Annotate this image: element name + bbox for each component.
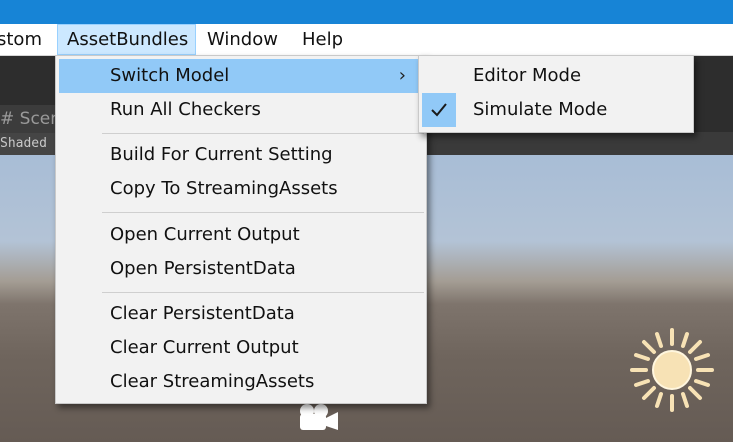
sun-icon[interactable] xyxy=(628,326,716,414)
menu-custom[interactable]: stom xyxy=(0,24,51,55)
menu-item-copy-streamingassets[interactable]: Copy To StreamingAssets xyxy=(59,172,423,206)
camera-icon[interactable] xyxy=(296,402,340,432)
menu-item-clear-current-output[interactable]: Clear Current Output xyxy=(59,331,423,365)
submenu-item-simulate-mode[interactable]: Simulate Mode xyxy=(422,93,690,127)
check-icon xyxy=(422,93,456,127)
assetbundles-dropdown-menu: Switch Model › Run All Checkers Build Fo… xyxy=(55,55,427,404)
menu-help[interactable]: Help xyxy=(293,24,352,55)
menu-separator xyxy=(102,133,424,134)
menu-item-switch-model[interactable]: Switch Model › xyxy=(59,59,423,93)
menu-item-clear-persistentdata[interactable]: Clear PersistentData xyxy=(59,297,423,331)
menu-separator xyxy=(102,292,424,293)
menu-assetbundles[interactable]: AssetBundles xyxy=(57,24,196,55)
menu-item-open-persistentdata[interactable]: Open PersistentData xyxy=(59,252,423,286)
switch-model-submenu: Editor Mode Simulate Mode xyxy=(418,55,694,133)
menu-window[interactable]: Window xyxy=(198,24,287,55)
menu-item-label: Switch Model xyxy=(110,65,230,86)
submenu-item-label: Simulate Mode xyxy=(473,99,608,120)
menu-item-open-current-output[interactable]: Open Current Output xyxy=(59,218,423,252)
window-title-strip xyxy=(0,0,733,24)
menu-item-run-all-checkers[interactable]: Run All Checkers xyxy=(59,93,423,127)
menu-item-build-current-setting[interactable]: Build For Current Setting xyxy=(59,138,423,172)
menu-bar: stom AssetBundles Window Help xyxy=(0,24,733,56)
submenu-item-editor-mode[interactable]: Editor Mode xyxy=(422,59,690,93)
menu-item-clear-streamingassets[interactable]: Clear StreamingAssets xyxy=(59,365,423,399)
menu-separator xyxy=(102,212,424,213)
chevron-right-icon: › xyxy=(398,65,406,86)
